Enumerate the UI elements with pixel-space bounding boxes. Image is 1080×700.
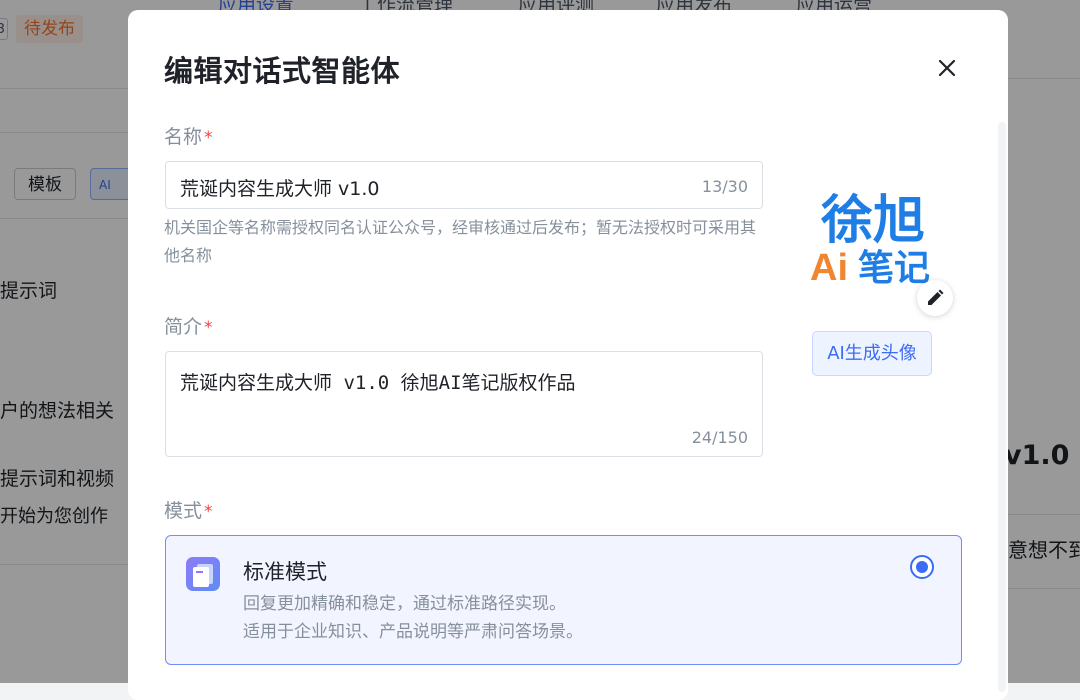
required-mark: * [204,128,213,148]
mode-desc-line: 回复更加精确和稳定，通过标准路径实现。 [243,594,566,614]
mode-option-standard[interactable]: 标准模式 回复更加精确和稳定，通过标准路径实现。 适用于企业知识、产品说明等严肃… [165,535,962,665]
desc-textarea[interactable]: 荒诞内容生成大师 v1.0 徐旭AI笔记版权作品 24/150 [165,351,763,457]
mode-label-text: 模式 [164,500,203,522]
desc-char-counter: 24/150 [691,428,748,447]
name-label: 名称 * [164,122,213,149]
desc-textarea-value: 荒诞内容生成大师 v1.0 徐旭AI笔记版权作品 [180,372,576,394]
dialog-title: 编辑对话式智能体 [164,54,401,88]
mode-label: 模式 * [164,496,213,523]
name-input[interactable]: 荒诞内容生成大师 v1.0 13/30 [165,161,763,209]
mode-radio-selected[interactable] [910,555,934,579]
document-stack-icon [184,555,222,593]
edit-agent-dialog: 编辑对话式智能体 名称 * 荒诞内容生成大师 v1.0 13/30 机关国企等名称… [128,10,1008,700]
mode-desc-line: 适用于企业知识、产品说明等严肃问答场景。 [243,622,583,642]
mode-option-desc: 回复更加精确和稳定，通过标准路径实现。 适用于企业知识、产品说明等严肃问答场景。 [243,590,583,646]
name-input-value: 荒诞内容生成大师 v1.0 [180,178,380,200]
avatar-line2: 笔记 [858,247,930,288]
pencil-icon[interactable] [917,280,953,316]
name-label-text: 名称 [164,126,203,148]
name-hint: 机关国企等名称需授权同名认证公众号，经审核通过后发布；暂无法授权时可采用其他名称 [164,218,757,265]
ai-generate-avatar-button[interactable]: AI生成头像 [812,331,932,376]
avatar-ai-mark: Ai [810,247,848,289]
required-mark: * [204,318,213,338]
close-icon[interactable] [932,53,962,83]
name-char-counter: 13/30 [701,177,748,196]
mode-option-title: 标准模式 [243,560,327,584]
scrollbar[interactable] [998,122,1006,692]
desc-label: 简介 * [164,312,213,339]
required-mark: * [204,502,213,522]
avatar-line1: 徐旭 [820,192,925,250]
desc-label-text: 简介 [164,316,203,338]
